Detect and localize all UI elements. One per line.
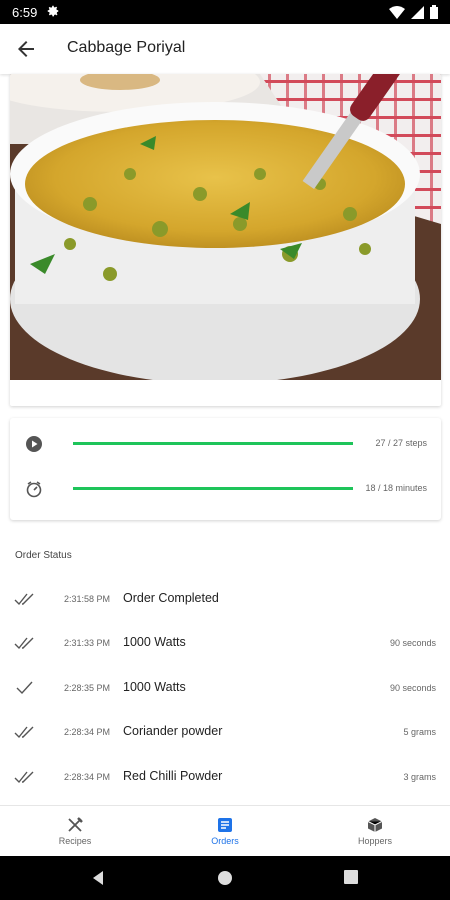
order-name: Coriander powder [123, 724, 223, 738]
order-name: Order Completed [123, 591, 219, 605]
order-qty: 3 grams [403, 772, 436, 782]
steps-progress-label: 27 / 27 steps [375, 438, 427, 448]
order-time: 2:31:58 PM [64, 594, 111, 604]
order-name: 1000 Watts [123, 635, 186, 649]
time-progress-row: 18 / 18 minutes [10, 477, 441, 501]
list-item: 2:28:34 PM Red Chilli Powder 3 grams [0, 756, 450, 800]
system-navigation-bar [0, 856, 450, 900]
list-item: 2:31:58 PM Order Completed [0, 578, 450, 622]
system-icons [389, 5, 438, 19]
nav-item-recipes[interactable]: Recipes [0, 806, 150, 857]
status-bar: 6:59 [0, 0, 450, 24]
app-bar: Cabbage Poriyal [0, 24, 450, 74]
time-progress-bar [73, 487, 353, 490]
back-arrow-icon[interactable] [14, 37, 38, 61]
steps-progress-bar [73, 442, 353, 445]
order-time: 2:28:35 PM [64, 683, 111, 693]
check-icon [16, 681, 33, 695]
list-item: 2:28:34 PM Coriander powder 5 grams [0, 711, 450, 755]
list-item: 2:31:33 PM 1000 Watts 90 seconds [0, 622, 450, 666]
order-qty: 90 seconds [389, 638, 436, 648]
double-check-icon [14, 771, 34, 784]
nav-label-hoppers: Hoppers [357, 836, 393, 846]
page-title: Cabbage Poriyal [67, 39, 186, 56]
nav-label-orders: Orders [211, 836, 239, 846]
bottom-navigation: Recipes Orders Hoppers [0, 805, 450, 856]
double-check-icon [14, 726, 34, 739]
wifi-icon [389, 5, 405, 19]
order-time: 2:28:34 PM [64, 727, 111, 737]
double-check-icon [14, 637, 34, 650]
nav-label-recipes: Recipes [58, 836, 92, 846]
battery-icon [430, 5, 438, 19]
steps-progress-row: 27 / 27 steps [10, 432, 441, 456]
play-circle-icon [26, 436, 42, 452]
steps-progress-fill [73, 442, 353, 445]
back-triangle-icon[interactable] [90, 870, 106, 886]
recipe-photo [10, 74, 441, 380]
double-check-icon [14, 593, 34, 606]
fork-knife-icon [68, 817, 83, 832]
signal-icon [411, 5, 424, 19]
order-status-heading: Order Status [15, 550, 72, 561]
box-icon [367, 818, 383, 832]
order-qty: 5 grams [403, 727, 436, 737]
order-name: 1000 Watts [123, 680, 186, 694]
timer-icon [26, 481, 42, 498]
order-time: 2:31:33 PM [64, 638, 111, 648]
nav-item-orders[interactable]: Orders [150, 806, 300, 857]
progress-card: 27 / 27 steps 18 / 18 minutes [10, 418, 441, 520]
recents-square-icon[interactable] [344, 870, 358, 884]
recipe-image-card [10, 74, 441, 406]
nav-item-hoppers[interactable]: Hoppers [300, 806, 450, 857]
list-item: 2:28:35 PM 1000 Watts 90 seconds [0, 667, 450, 711]
home-circle-icon[interactable] [217, 870, 233, 886]
time-progress-label: 18 / 18 minutes [365, 483, 427, 493]
gear-icon [47, 5, 59, 17]
order-name: Red Chilli Powder [123, 769, 223, 783]
time-progress-fill [73, 487, 353, 490]
order-qty: 90 seconds [389, 683, 436, 693]
order-time: 2:28:34 PM [64, 772, 111, 782]
status-time: 6:59 [12, 5, 38, 20]
orders-list-icon [218, 818, 232, 832]
